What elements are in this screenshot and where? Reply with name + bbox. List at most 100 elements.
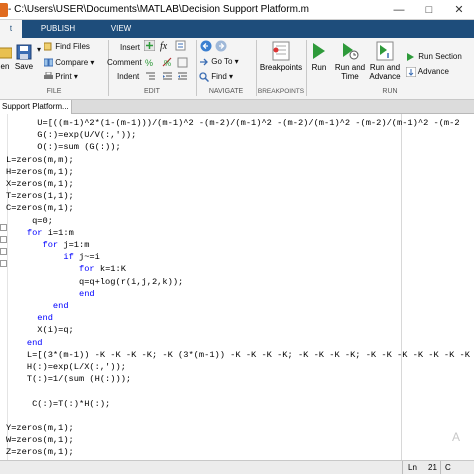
code-line[interactable]: end	[6, 300, 474, 312]
decrease-indent-icon[interactable]	[177, 71, 188, 82]
ribbon-tab-strip: t PUBLISH VIEW	[0, 20, 474, 38]
fx-button[interactable]: fx	[160, 41, 167, 52]
code-line[interactable]: O(:)=sum (G(:));	[6, 141, 474, 153]
breakpoints-button[interactable]: Breakpoints	[258, 41, 304, 72]
tab-editor[interactable]: t	[0, 20, 22, 38]
code-line[interactable]: for k=1:K	[6, 263, 474, 275]
status-divider	[440, 461, 441, 474]
code-text[interactable]: U=[((m-1)^2*(1-(m-1)))/(m-1)^2 -(m-2)/(m…	[6, 117, 474, 460]
code-line[interactable]: end	[6, 288, 474, 300]
code-line[interactable]: U=[((m-1)^2*(1-(m-1)))/(m-1)^2 -(m-2)/(m…	[6, 117, 474, 129]
svg-text:%: %	[145, 58, 153, 68]
code-editor[interactable]: U=[((m-1)^2*(1-(m-1)))/(m-1)^2 -(m-2)/(m…	[0, 114, 474, 460]
comment-label: Comment	[107, 58, 142, 67]
indent-button[interactable]: Indent	[117, 72, 139, 81]
code-line[interactable]: G(:)=exp(U/V(:,'));	[6, 129, 474, 141]
search-icon	[199, 72, 209, 82]
code-line[interactable]: L=zeros(m,m);	[6, 154, 474, 166]
comment-button[interactable]: Comment	[107, 58, 142, 67]
editor-file-tab[interactable]: Support Platform...	[0, 100, 72, 114]
svg-text:%: %	[164, 59, 171, 68]
run-label: Run	[311, 63, 327, 72]
run-section-button[interactable]: Run Section	[406, 52, 462, 62]
code-keyword: for	[42, 240, 59, 251]
smart-indent-icon[interactable]	[145, 71, 156, 82]
folder-icon	[0, 47, 12, 59]
code-line[interactable]: H(:)=exp(L/X(:,'));	[6, 361, 474, 373]
close-button[interactable]: ✕	[444, 0, 474, 20]
code-line[interactable]: H=zeros(m,1);	[6, 166, 474, 178]
compare-label: Compare	[55, 58, 89, 67]
indent-label: Indent	[117, 72, 140, 81]
status-divider	[402, 461, 403, 474]
line-label: Ln	[408, 463, 417, 472]
edit-group-label: EDIT	[144, 88, 160, 95]
find-files-icon	[44, 42, 52, 51]
goto-label: Go To	[211, 57, 233, 67]
code-line[interactable]: C=zeros(m,1);	[6, 202, 474, 214]
window-title: - C:\Users\USER\Documents\MATLAB\Decisio…	[8, 4, 310, 15]
run-and-advance-button[interactable]: Run and Advance	[368, 41, 402, 81]
code-line[interactable]: for j=1:m	[6, 239, 474, 251]
run-section-label: Run Section	[418, 52, 462, 62]
code-keyword: for	[79, 264, 95, 275]
find-files-button[interactable]: Find Files	[44, 42, 90, 51]
code-line[interactable]: X=zeros(m,1);	[6, 178, 474, 190]
insert-icon[interactable]	[144, 40, 155, 51]
run-section-icon	[407, 53, 414, 61]
save-icon	[16, 44, 32, 60]
advance-button[interactable]: Advance	[406, 67, 449, 77]
code-line[interactable]	[6, 410, 474, 422]
save-button[interactable]: Save	[13, 44, 35, 71]
code-line[interactable]: T(:)=1/(sum (H(:)));	[6, 373, 474, 385]
insert-button[interactable]: Insert	[120, 43, 140, 52]
code-keyword: end	[79, 288, 95, 299]
run-icon	[313, 43, 325, 59]
code-line[interactable]: W=zeros(m,1);	[6, 434, 474, 446]
code-keyword: if	[63, 252, 74, 263]
run-and-time-label: Run and Time	[334, 63, 366, 81]
forward-icon[interactable]	[215, 40, 227, 52]
code-line[interactable]: Y=zeros(m,1);	[6, 422, 474, 434]
compare-button[interactable]: Compare ▾	[44, 58, 94, 67]
code-keyword: for	[26, 227, 43, 238]
code-keyword: end	[52, 301, 69, 312]
comment-icon[interactable]: %	[145, 57, 156, 68]
print-button[interactable]: Print ▾	[44, 72, 78, 81]
code-line[interactable]: L=[(3*(m-1)) -K -K -K -K; -K (3*(m-1)) -…	[6, 349, 474, 361]
code-line[interactable]: end	[6, 337, 474, 349]
advance-icon	[406, 67, 416, 77]
code-line[interactable]: for i=1:m	[6, 227, 474, 239]
code-line[interactable]: T=zeros(1,1);	[6, 190, 474, 202]
save-dropdown-arrow[interactable]: ▾	[37, 45, 41, 54]
code-line[interactable]: q=q+log(r(i,j,2,k));	[6, 276, 474, 288]
minimize-button[interactable]: —	[384, 0, 414, 20]
run-button[interactable]: Run	[308, 41, 330, 72]
advance-label: Advance	[417, 67, 449, 77]
print-label: Print	[55, 72, 72, 81]
run-and-advance-label: Run and Advance	[369, 63, 401, 81]
code-line[interactable]: end	[6, 312, 474, 324]
code-line[interactable]	[6, 385, 474, 397]
tab-view[interactable]: VIEW	[98, 20, 144, 38]
run-group-label: RUN	[382, 88, 398, 95]
find-button[interactable]: Find ▾	[199, 72, 233, 82]
back-icon[interactable]	[200, 40, 212, 52]
maximize-button[interactable]: □	[414, 0, 444, 20]
tab-publish[interactable]: PUBLISH	[32, 20, 84, 38]
goto-button[interactable]: Go To ▾	[199, 57, 239, 67]
code-line[interactable]: X(i)=q;	[6, 324, 474, 336]
open-button[interactable]: en	[0, 44, 12, 71]
code-line[interactable]: if j~=i	[6, 251, 474, 263]
code-line[interactable]: q=0;	[6, 215, 474, 227]
code-line[interactable]: Z=zeros(m,1);	[6, 446, 474, 458]
editor-tab-bar: Support Platform...	[0, 100, 474, 114]
breakpoints-group-label: BREAKPOINTS	[257, 88, 305, 95]
wrap-comment-icon[interactable]	[177, 57, 188, 68]
run-and-time-button[interactable]: Run and Time	[334, 41, 366, 81]
insert-section-icon[interactable]	[175, 40, 186, 51]
uncomment-icon[interactable]: %	[162, 57, 173, 68]
code-line[interactable]: C(:)=T(:)*H(:);	[6, 398, 474, 410]
watermark: A	[452, 430, 461, 444]
increase-indent-icon[interactable]	[162, 71, 173, 82]
